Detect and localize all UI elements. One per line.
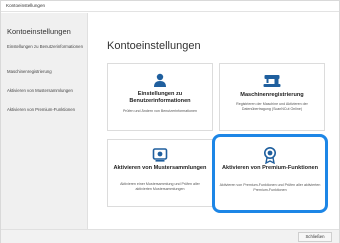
card-machine-registration-title: Maschinenregistrierung — [240, 92, 304, 98]
user-icon — [153, 73, 167, 92]
close-button[interactable]: Schließen — [298, 232, 332, 242]
sidebar-item-machine-registration[interactable]: Maschinenregistrierung — [7, 69, 83, 74]
card-premium-features-desc: Aktivieren von Premium-Funktionen und Pr… — [219, 183, 321, 192]
title-bar: Kontoeinstellungen — [1, 1, 339, 12]
card-machine-registration-desc: Registrieren der Maschine und Aktivieren… — [236, 102, 308, 111]
sidebar-item-pattern-collections[interactable]: Aktivieren von Mustersammlungen — [7, 88, 83, 93]
card-premium-features-title: Aktivieren von Premium-Funktionen — [221, 165, 319, 171]
window-title: Kontoeinstellungen — [6, 3, 46, 8]
sidebar: Kontoeinstellungen Einstellungen zu Benu… — [1, 13, 88, 229]
page-title: Kontoeinstellungen — [107, 40, 201, 52]
card-machine-registration[interactable]: Maschinenregistrierung Registrieren der … — [219, 63, 325, 131]
sidebar-item-premium-features[interactable]: Aktivieren von Premium-Funktionen — [7, 107, 83, 112]
account-settings-window: Kontoeinstellungen Kontoeinstellungen Ei… — [0, 0, 340, 243]
card-user-info[interactable]: Einstellungen zu Benutzerinformationen P… — [107, 63, 213, 131]
sewing-machine-icon — [263, 74, 281, 92]
card-premium-features[interactable]: Aktivieren von Premium-Funktionen Aktivi… — [212, 134, 328, 213]
card-pattern-collections[interactable]: Aktivieren von Mustersammlungen Aktivier… — [107, 139, 213, 207]
card-user-info-desc: Prüfen und Ändern von Benutzerinformatio… — [122, 109, 198, 113]
footer: Schließen — [1, 229, 339, 243]
card-pattern-collections-title: Aktivieren von Mustersammlungen — [113, 165, 207, 171]
card-pattern-collections-desc: Aktivieren einer Mustersammlung und Prüf… — [120, 182, 200, 191]
main-content: Kontoeinstellungen Einstellungen zu Benu… — [89, 13, 339, 229]
sidebar-title: Kontoeinstellungen — [7, 27, 71, 36]
card-user-info-title: Einstellungen zu Benutzerinformationen — [129, 91, 191, 104]
sidebar-item-user-info[interactable]: Einstellungen zu Benutzerinformationen — [7, 44, 83, 49]
